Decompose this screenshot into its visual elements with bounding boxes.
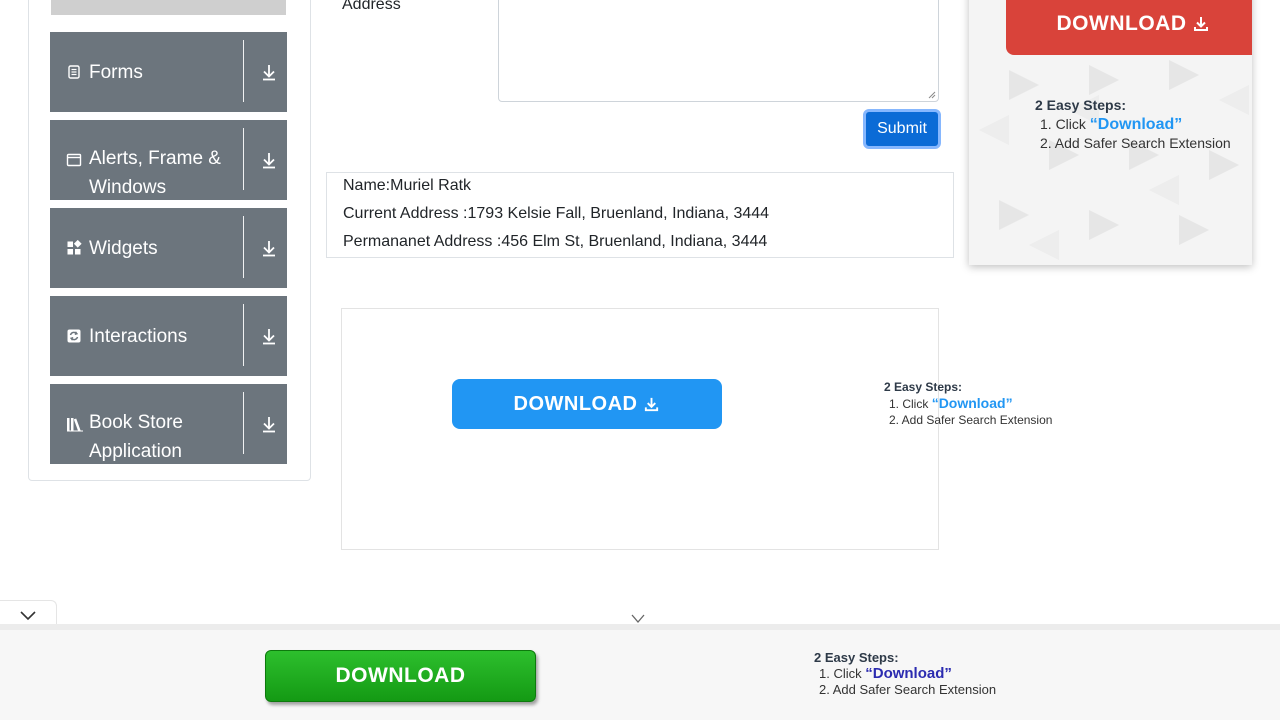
ad-banner-right[interactable]: DOWNLOAD 2 Easy Steps: 1. Click “Downloa… <box>969 0 1252 265</box>
divider <box>243 304 244 366</box>
steps-title: 2 Easy Steps: <box>884 380 963 394</box>
step-2: 2. Add Safer Search Extension <box>819 682 997 697</box>
download-arrow-icon[interactable] <box>260 238 278 258</box>
resize-handle-icon[interactable] <box>928 91 936 99</box>
step-1-link[interactable]: “Download” <box>1090 116 1182 133</box>
download-icon <box>645 397 659 411</box>
ad-download-label: DOWNLOAD <box>1056 11 1187 35</box>
sidebar-group-alerts[interactable]: Alerts, Frame & Windows <box>50 120 287 200</box>
sidebar-group-label: Alerts, Frame & Windows <box>89 148 221 198</box>
sidebar-group-label: Interactions <box>89 326 188 347</box>
ad-download-button-red[interactable]: DOWNLOAD <box>1006 0 1252 55</box>
step-1: 1. Click “Download” <box>814 666 996 682</box>
sidebar-group-label: Book Store Application <box>89 412 183 462</box>
page: Forms Alerts, Frame & Windows Widgets In… <box>0 0 1280 720</box>
step-1-link[interactable]: “Download” <box>865 665 952 682</box>
ad-steps: 2 Easy Steps: 1. Click “Download” 2. Add… <box>1035 96 1231 153</box>
divider <box>243 392 244 454</box>
divider <box>243 128 244 190</box>
output-name: Name:Muriel Ratk <box>343 177 472 194</box>
ad-banner-bottom[interactable] <box>0 624 1280 720</box>
output-box: Name:Muriel Ratk Current Address :1793 K… <box>326 172 954 258</box>
steps-title: 2 Easy Steps: <box>814 650 899 665</box>
widgets-icon <box>67 240 82 255</box>
sidebar-item-placeholder <box>51 0 286 15</box>
output-permanent-address: Permananet Address :456 Elm St, Bruenlan… <box>343 233 768 250</box>
sidebar-group-label: Widgets <box>89 238 158 259</box>
steps-title: 2 Easy Steps: <box>1035 97 1127 113</box>
sidebar-group-interactions[interactable]: Interactions <box>50 296 287 376</box>
books-icon <box>67 418 83 432</box>
ad-download-button-blue[interactable]: DOWNLOAD <box>452 379 722 429</box>
download-arrow-icon[interactable] <box>260 150 278 170</box>
step-1-link[interactable]: “Download” <box>932 395 1013 411</box>
interactions-icon <box>67 329 81 343</box>
step-2: 2. Add Safer Search Extension <box>889 413 1053 427</box>
address-label: Address <box>342 0 401 13</box>
sidebar-group-forms[interactable]: Forms <box>50 32 287 112</box>
form-icon <box>68 65 80 79</box>
sidebar-group-label: Forms <box>89 62 143 83</box>
ad-steps-middle: 2 Easy Steps: 1. Click “Download” 2. Add… <box>884 379 1052 428</box>
submit-button[interactable]: Submit <box>863 109 941 149</box>
ad-download-label: DOWNLOAD <box>335 664 466 687</box>
download-arrow-icon[interactable] <box>260 62 278 82</box>
ad-download-button-green[interactable]: DOWNLOAD <box>265 650 536 702</box>
step-1-text: 1. Click <box>819 666 866 681</box>
step-1: 1. Click “Download” <box>884 395 1052 412</box>
current-address-textarea[interactable] <box>498 0 939 102</box>
step-1: 1. Click “Download” <box>1035 115 1231 134</box>
chevron-down-icon <box>20 611 36 621</box>
divider <box>243 216 244 278</box>
output-current-address: Current Address :1793 Kelsie Fall, Bruen… <box>343 205 770 222</box>
ad-banner-middle[interactable] <box>341 308 939 550</box>
download-arrow-icon[interactable] <box>260 414 278 434</box>
step-2: 2. Add Safer Search Extension <box>1040 135 1231 151</box>
divider <box>243 40 244 102</box>
ad-download-label: DOWNLOAD <box>513 392 638 415</box>
step-1-text: 1. Click <box>889 397 932 411</box>
download-icon <box>1194 16 1209 31</box>
sidebar-group-bookstore[interactable]: Book Store Application <box>50 384 287 464</box>
step-1-text: 1. Click <box>1040 116 1090 132</box>
download-arrow-icon[interactable] <box>260 326 278 346</box>
window-icon <box>66 153 82 167</box>
ad-steps-bottom: 2 Easy Steps: 1. Click “Download” 2. Add… <box>814 650 996 698</box>
sidebar-group-widgets[interactable]: Widgets <box>50 208 287 288</box>
